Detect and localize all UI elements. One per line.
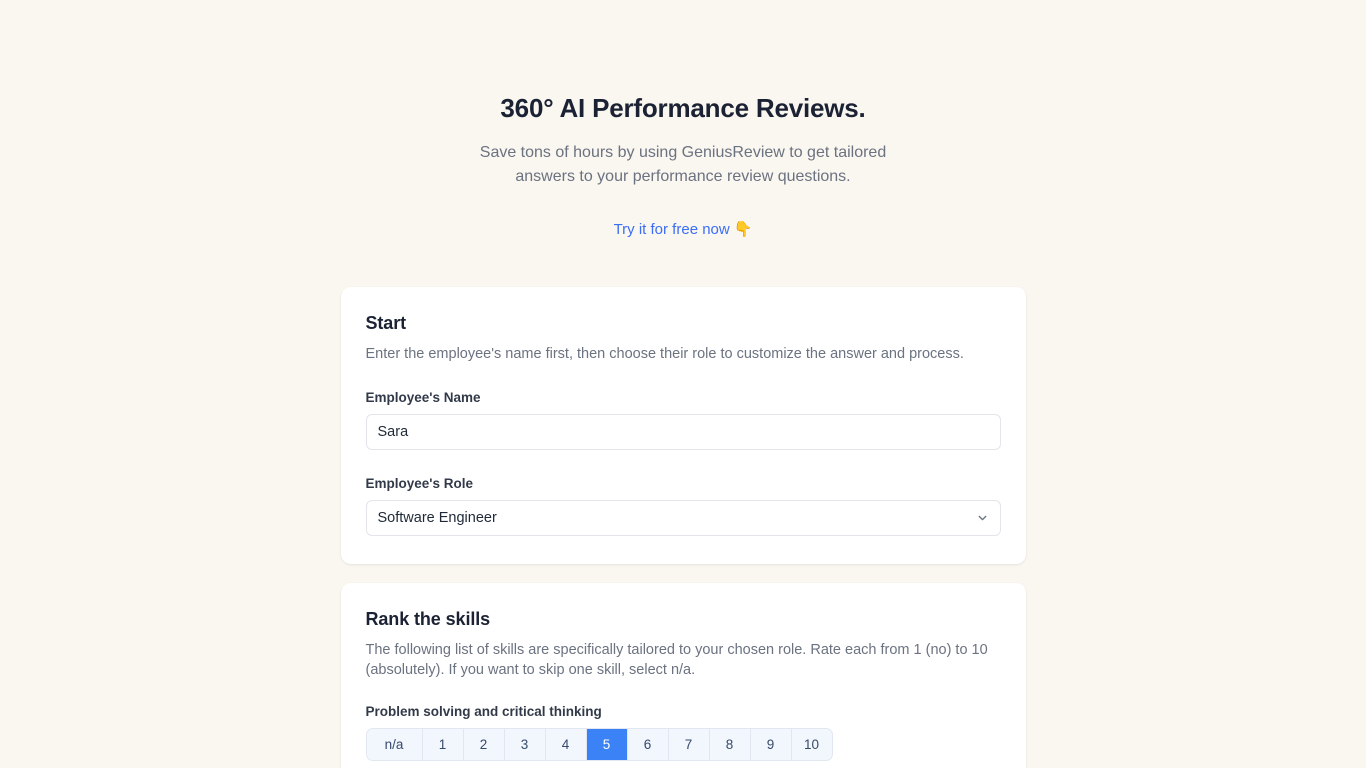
employee-name-field-group: Employee's Name	[365, 389, 1001, 450]
rating-option-9[interactable]: 9	[749, 728, 791, 760]
skill-label: Problem solving and critical thinking	[365, 703, 602, 719]
rating-option-4[interactable]: 4	[544, 728, 586, 760]
hero-subtitle-line-1: Save tons of hours by using GeniusReview…	[479, 143, 887, 161]
try-it-for-free-link[interactable]: Try it for free now	[614, 221, 730, 238]
rating-option-5[interactable]: 5	[585, 728, 627, 760]
rating-option-1[interactable]: 1	[421, 728, 463, 760]
rank-skills-title: Rank the skills	[365, 608, 491, 629]
rank-skills-card: Rank the skills The following list of sk…	[340, 582, 1026, 768]
employee-role-select[interactable]: Software Engineer	[365, 499, 1001, 536]
employee-name-input[interactable]	[365, 413, 1001, 450]
start-card-title: Start	[365, 312, 407, 333]
rating-option-7[interactable]: 7	[667, 728, 709, 760]
rating-option-8[interactable]: 8	[708, 728, 750, 760]
skills-list: Problem solving and critical thinking n/a…	[365, 703, 1001, 768]
rank-skills-description: The following list of skills are specifi…	[365, 641, 988, 678]
employee-name-label: Employee's Name	[365, 389, 481, 405]
skill-block: Problem solving and critical thinking n/a…	[365, 703, 1001, 761]
rating-option-6[interactable]: 6	[626, 728, 668, 760]
rating-option-3[interactable]: 3	[503, 728, 545, 760]
rating-option-n-a[interactable]: n/a	[366, 728, 422, 760]
hero-subtitle: Save tons of hours by using GeniusReview…	[323, 141, 1043, 189]
start-card: Start Enter the employee's name first, t…	[340, 286, 1026, 564]
employee-role-field-group: Employee's Role Software Engineer	[365, 475, 1001, 536]
employee-role-select-wrap: Software Engineer	[365, 499, 1001, 536]
hero-section: 360° AI Performance Reviews. Save tons o…	[323, 92, 1043, 239]
page-root: 360° AI Performance Reviews. Save tons o…	[0, 0, 1366, 768]
employee-role-label: Employee's Role	[365, 475, 474, 491]
page-title: 360° AI Performance Reviews.	[500, 93, 866, 123]
rating-option-10[interactable]: 10	[790, 728, 832, 760]
rating-option-2[interactable]: 2	[462, 728, 504, 760]
hero-cta-wrap: Try it for free now 👇	[323, 220, 1043, 239]
hero-subtitle-line-2: answers to your performance review quest…	[515, 167, 851, 185]
start-card-description: Enter the employee's name first, then ch…	[365, 345, 964, 362]
pointing-down-icon: 👇	[733, 220, 753, 238]
skill-rating-group: n/a 1 2 3 4 5 6 7 8 9 10	[365, 727, 833, 761]
